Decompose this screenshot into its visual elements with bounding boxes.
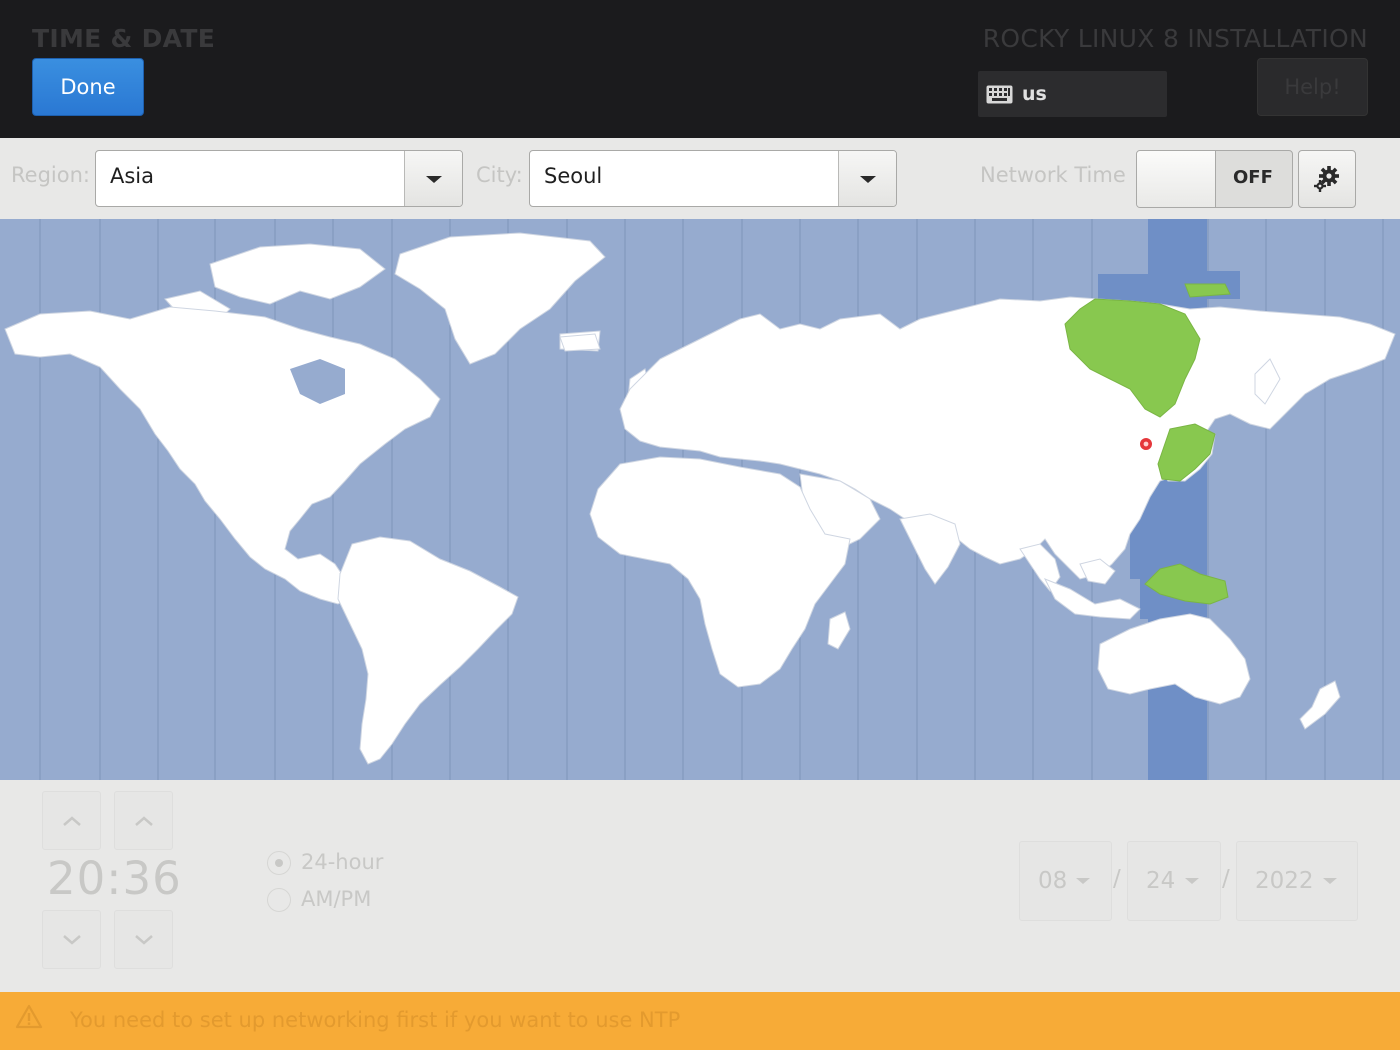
- time-display: 20:36: [47, 852, 182, 905]
- format-ampm-label[interactable]: AM/PM: [301, 887, 371, 911]
- year-value: 2022: [1255, 868, 1314, 894]
- hours-up-button[interactable]: [42, 791, 101, 850]
- region-label: Region:: [11, 163, 90, 187]
- region-value: Asia: [110, 164, 155, 188]
- help-button[interactable]: Help!: [1257, 58, 1368, 116]
- keyboard-layout-indicator[interactable]: us: [978, 71, 1167, 117]
- done-button[interactable]: Done: [32, 58, 144, 116]
- warning-icon: [15, 1004, 43, 1029]
- chevron-up-icon: [135, 816, 153, 826]
- map-pin-icon: [1138, 436, 1154, 452]
- switch-knob[interactable]: [1137, 151, 1216, 207]
- network-time-switch[interactable]: OFF: [1136, 150, 1293, 208]
- world-map[interactable]: [0, 219, 1400, 780]
- switch-state-label: OFF: [1233, 167, 1273, 188]
- header-bar: TIME & DATE Done ROCKY LINUX 8 INSTALLAT…: [0, 0, 1400, 138]
- network-time-label: Network Time: [980, 163, 1126, 187]
- gear-icon: [1314, 166, 1339, 192]
- keyboard-icon: [986, 85, 1013, 103]
- date-separator: /: [1222, 866, 1230, 892]
- region-combobox[interactable]: Asia: [95, 150, 463, 207]
- hours-down-button[interactable]: [42, 910, 101, 969]
- day-value: 24: [1146, 868, 1176, 894]
- minutes-value: 36: [122, 852, 182, 905]
- day-combobox[interactable]: 24: [1127, 841, 1221, 921]
- radio-selected-dot: [275, 859, 283, 867]
- date-separator: /: [1113, 866, 1121, 892]
- format-24-radio[interactable]: [267, 851, 291, 875]
- keyboard-layout-label: us: [1022, 83, 1047, 105]
- page-title: TIME & DATE: [32, 24, 216, 53]
- ntp-settings-button[interactable]: [1298, 150, 1356, 208]
- minutes-up-button[interactable]: [114, 791, 173, 850]
- warning-bar: You need to set up networking first if y…: [0, 992, 1400, 1050]
- time-separator: :: [106, 852, 123, 905]
- month-value: 08: [1038, 868, 1068, 894]
- hours-value: 20: [47, 852, 107, 905]
- city-label: City:: [476, 163, 523, 187]
- city-dropdown-button[interactable]: [838, 151, 896, 206]
- product-title: ROCKY LINUX 8 INSTALLATION: [982, 24, 1368, 53]
- format-ampm-radio[interactable]: [267, 888, 291, 912]
- format-24-label[interactable]: 24-hour: [301, 850, 383, 874]
- month-combobox[interactable]: 08: [1019, 841, 1112, 921]
- region-dropdown-button[interactable]: [404, 151, 462, 206]
- city-combobox[interactable]: Seoul: [529, 150, 897, 207]
- warning-message: You need to set up networking first if y…: [70, 1008, 681, 1032]
- chevron-down-icon: [135, 935, 153, 945]
- year-combobox[interactable]: 2022: [1236, 841, 1358, 921]
- chevron-up-icon: [63, 816, 81, 826]
- city-value: Seoul: [544, 164, 603, 188]
- chevron-down-icon: [63, 935, 81, 945]
- minutes-down-button[interactable]: [114, 910, 173, 969]
- timezone-map[interactable]: [0, 219, 1400, 780]
